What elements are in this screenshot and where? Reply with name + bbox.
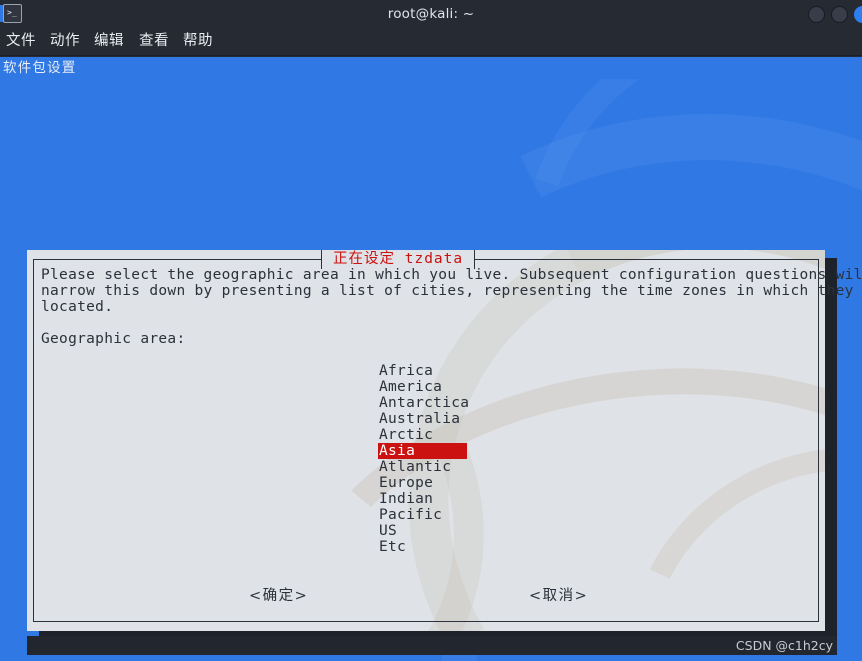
dialog-body-line-3: located. — [41, 299, 114, 315]
list-item[interactable]: Europe — [378, 475, 498, 491]
geographic-area-list[interactable]: Africa America Antarctica Australia Arct… — [378, 363, 498, 555]
menu-item-file[interactable]: 文件 — [6, 28, 36, 55]
menu-item-edit[interactable]: 编辑 — [94, 28, 124, 55]
list-item[interactable]: Indian — [378, 491, 498, 507]
list-item[interactable]: Etc — [378, 539, 498, 555]
bottom-band: CSDN @c1h2cy — [27, 636, 837, 655]
list-item[interactable]: America — [378, 379, 498, 395]
dialog-body-line-2: narrow this down by presenting a list of… — [41, 283, 862, 299]
window-titlebar: >_ root@kali: ~ — [0, 0, 862, 28]
screen: >_ root@kali: ~ 文件 动作 编辑 查看 帮助 软件包设置 正在设… — [0, 0, 862, 661]
list-item[interactable]: Australia — [378, 411, 498, 427]
list-item[interactable]: Arctic — [378, 427, 498, 443]
list-item[interactable]: Pacific — [378, 507, 498, 523]
list-item[interactable]: US — [378, 523, 498, 539]
package-settings-header: 软件包设置 — [0, 57, 862, 79]
menu-item-help[interactable]: 帮助 — [183, 28, 213, 55]
ok-button[interactable]: <确定> — [249, 587, 308, 605]
list-item[interactable]: Africa — [378, 363, 498, 379]
list-item-selected[interactable]: Asia — [378, 443, 467, 459]
cancel-button[interactable]: <取消> — [529, 587, 588, 605]
menubar: 文件 动作 编辑 查看 帮助 — [0, 28, 862, 56]
window-title: root@kali: ~ — [387, 6, 475, 22]
list-item[interactable]: Antarctica — [378, 395, 498, 411]
menu-item-action[interactable]: 动作 — [50, 28, 80, 55]
menu-item-view[interactable]: 查看 — [139, 28, 169, 55]
maximize-button[interactable] — [831, 6, 848, 23]
watermark: CSDN @c1h2cy — [735, 638, 833, 653]
dialog-body-line-1: Please select the geographic area in whi… — [41, 267, 862, 283]
geographic-area-label: Geographic area: — [41, 331, 186, 347]
list-item[interactable]: Atlantic — [378, 459, 498, 475]
minimize-button[interactable] — [808, 6, 825, 23]
package-settings-label: 软件包设置 — [3, 60, 77, 76]
